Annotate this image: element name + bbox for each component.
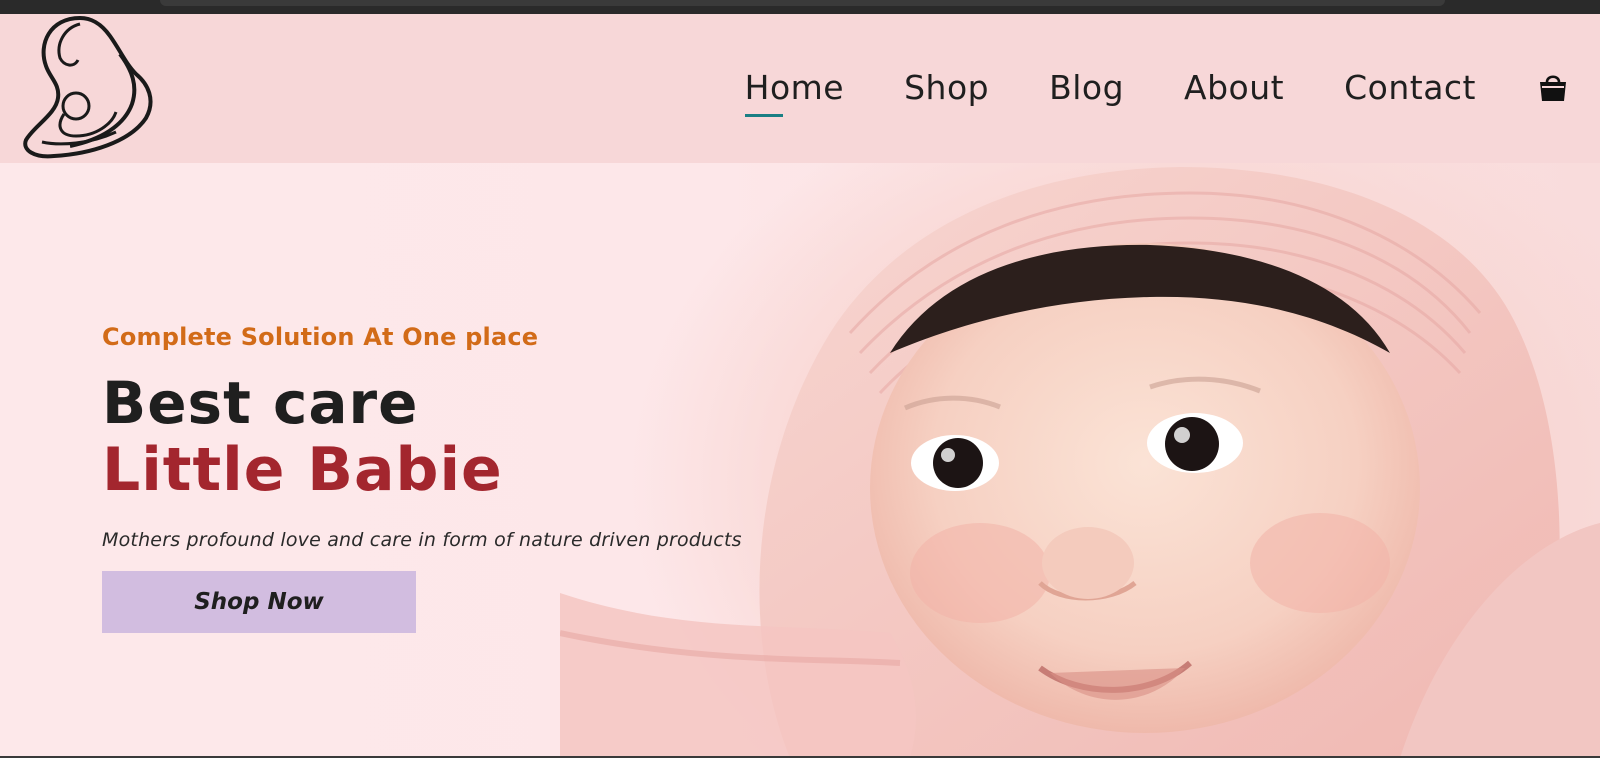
- hero-title-line1: Best care: [102, 369, 419, 437]
- hero-title-line2: Little Babie: [102, 435, 503, 505]
- browser-address-bar-edge: [160, 0, 1445, 6]
- nav-item-about[interactable]: About: [1184, 68, 1284, 107]
- webpage: Home Shop Blog About Contact Complete So…: [0, 14, 1600, 758]
- nav-item-home[interactable]: Home: [744, 68, 844, 117]
- nav-item-blog[interactable]: Blog: [1049, 68, 1124, 107]
- hero-tagline: Mothers profound love and care in form o…: [102, 529, 742, 551]
- nav-item-contact[interactable]: Contact: [1344, 68, 1476, 107]
- browser-chrome-strip: [0, 0, 1600, 14]
- hero-eyebrow: Complete Solution At One place: [102, 323, 539, 351]
- site-header: Home Shop Blog About Contact: [0, 14, 1600, 163]
- shop-now-button[interactable]: Shop Now: [102, 571, 416, 633]
- main-navigation: Home Shop Blog About Contact: [744, 62, 1600, 117]
- shopping-bag-icon[interactable]: [1536, 70, 1570, 104]
- mother-and-baby-logo[interactable]: [20, 14, 160, 162]
- hero-text-block: Complete Solution At One place Best care…: [102, 323, 742, 633]
- nav-item-shop[interactable]: Shop: [904, 68, 989, 107]
- hero-banner: Complete Solution At One place Best care…: [0, 163, 1600, 758]
